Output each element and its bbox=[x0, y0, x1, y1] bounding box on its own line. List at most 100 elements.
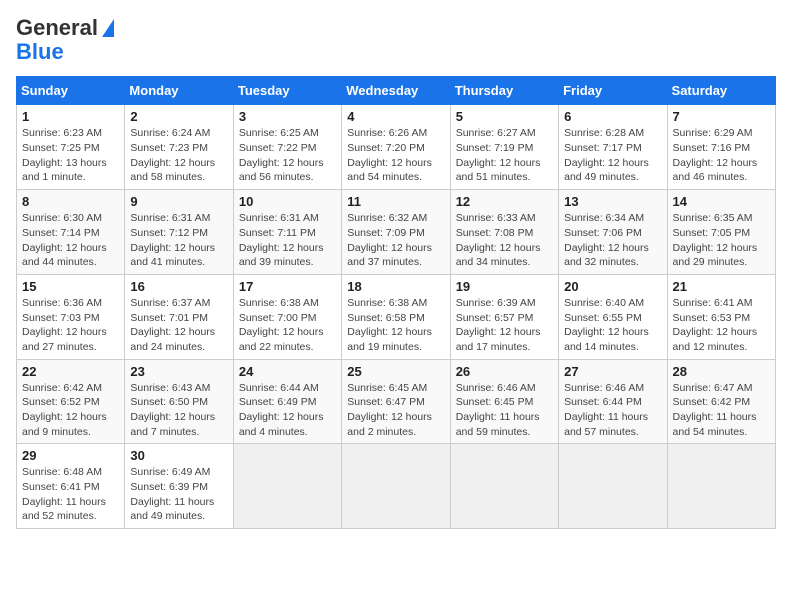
weekday-header-saturday: Saturday bbox=[667, 77, 775, 105]
day-number: 24 bbox=[239, 364, 336, 379]
day-number: 16 bbox=[130, 279, 227, 294]
day-number: 15 bbox=[22, 279, 119, 294]
calendar-cell: 22 Sunrise: 6:42 AM Sunset: 6:52 PM Dayli… bbox=[17, 359, 125, 444]
calendar-cell: 19 Sunrise: 6:39 AM Sunset: 6:57 PM Dayli… bbox=[450, 274, 558, 359]
day-info: Sunrise: 6:33 AM Sunset: 7:08 PM Dayligh… bbox=[456, 211, 553, 270]
calendar-cell: 3Sunrise: 6:25 AM Sunset: 7:22 PM Daylig… bbox=[233, 105, 341, 190]
day-info: Sunrise: 6:48 AM Sunset: 6:41 PM Dayligh… bbox=[22, 465, 119, 524]
calendar-week-row: 22 Sunrise: 6:42 AM Sunset: 6:52 PM Dayli… bbox=[17, 359, 776, 444]
day-info: Sunrise: 6:34 AM Sunset: 7:06 PM Dayligh… bbox=[564, 211, 661, 270]
calendar-cell: 13 Sunrise: 6:34 AM Sunset: 7:06 PM Dayli… bbox=[559, 190, 667, 275]
day-number: 8 bbox=[22, 194, 119, 209]
weekday-header-monday: Monday bbox=[125, 77, 233, 105]
calendar-cell: 28 Sunrise: 6:47 AM Sunset: 6:42 PM Dayli… bbox=[667, 359, 775, 444]
calendar-cell: 20 Sunrise: 6:40 AM Sunset: 6:55 PM Dayli… bbox=[559, 274, 667, 359]
calendar-table: SundayMondayTuesdayWednesdayThursdayFrid… bbox=[16, 76, 776, 529]
calendar-cell: 16 Sunrise: 6:37 AM Sunset: 7:01 PM Dayli… bbox=[125, 274, 233, 359]
day-number: 11 bbox=[347, 194, 444, 209]
day-number: 18 bbox=[347, 279, 444, 294]
day-info: Sunrise: 6:23 AM Sunset: 7:25 PM Dayligh… bbox=[22, 126, 119, 185]
calendar-cell: 2Sunrise: 6:24 AM Sunset: 7:23 PM Daylig… bbox=[125, 105, 233, 190]
day-info: Sunrise: 6:46 AM Sunset: 6:44 PM Dayligh… bbox=[564, 381, 661, 440]
day-number: 25 bbox=[347, 364, 444, 379]
weekday-header-friday: Friday bbox=[559, 77, 667, 105]
calendar-cell: 4Sunrise: 6:26 AM Sunset: 7:20 PM Daylig… bbox=[342, 105, 450, 190]
day-number: 20 bbox=[564, 279, 661, 294]
day-info: Sunrise: 6:45 AM Sunset: 6:47 PM Dayligh… bbox=[347, 381, 444, 440]
calendar-cell bbox=[667, 444, 775, 529]
weekday-header-tuesday: Tuesday bbox=[233, 77, 341, 105]
day-info: Sunrise: 6:27 AM Sunset: 7:19 PM Dayligh… bbox=[456, 126, 553, 185]
day-info: Sunrise: 6:37 AM Sunset: 7:01 PM Dayligh… bbox=[130, 296, 227, 355]
calendar-cell: 14Sunrise: 6:35 AM Sunset: 7:05 PM Dayli… bbox=[667, 190, 775, 275]
day-number: 7 bbox=[673, 109, 770, 124]
calendar-week-row: 1 Sunrise: 6:23 AM Sunset: 7:25 PM Daylig… bbox=[17, 105, 776, 190]
weekday-header-wednesday: Wednesday bbox=[342, 77, 450, 105]
weekday-header-thursday: Thursday bbox=[450, 77, 558, 105]
calendar-cell: 11 Sunrise: 6:32 AM Sunset: 7:09 PM Dayli… bbox=[342, 190, 450, 275]
calendar-week-row: 15 Sunrise: 6:36 AM Sunset: 7:03 PM Dayli… bbox=[17, 274, 776, 359]
calendar-cell: 30 Sunrise: 6:49 AM Sunset: 6:39 PM Dayli… bbox=[125, 444, 233, 529]
day-info: Sunrise: 6:44 AM Sunset: 6:49 PM Dayligh… bbox=[239, 381, 336, 440]
day-info: Sunrise: 6:42 AM Sunset: 6:52 PM Dayligh… bbox=[22, 381, 119, 440]
day-info: Sunrise: 6:38 AM Sunset: 7:00 PM Dayligh… bbox=[239, 296, 336, 355]
calendar-cell: 1 Sunrise: 6:23 AM Sunset: 7:25 PM Daylig… bbox=[17, 105, 125, 190]
day-info: Sunrise: 6:40 AM Sunset: 6:55 PM Dayligh… bbox=[564, 296, 661, 355]
calendar-cell: 23 Sunrise: 6:43 AM Sunset: 6:50 PM Dayli… bbox=[125, 359, 233, 444]
day-number: 4 bbox=[347, 109, 444, 124]
day-number: 14 bbox=[673, 194, 770, 209]
calendar-cell: 12 Sunrise: 6:33 AM Sunset: 7:08 PM Dayli… bbox=[450, 190, 558, 275]
calendar-cell: 24 Sunrise: 6:44 AM Sunset: 6:49 PM Dayli… bbox=[233, 359, 341, 444]
day-number: 2 bbox=[130, 109, 227, 124]
day-number: 29 bbox=[22, 448, 119, 463]
day-number: 19 bbox=[456, 279, 553, 294]
calendar-cell: 7 Sunrise: 6:29 AM Sunset: 7:16 PM Daylig… bbox=[667, 105, 775, 190]
calendar-cell bbox=[559, 444, 667, 529]
calendar-cell: 5 Sunrise: 6:27 AM Sunset: 7:19 PM Daylig… bbox=[450, 105, 558, 190]
day-number: 28 bbox=[673, 364, 770, 379]
calendar-cell: 25 Sunrise: 6:45 AM Sunset: 6:47 PM Dayli… bbox=[342, 359, 450, 444]
day-info: Sunrise: 6:32 AM Sunset: 7:09 PM Dayligh… bbox=[347, 211, 444, 270]
day-number: 13 bbox=[564, 194, 661, 209]
calendar-cell: 8 Sunrise: 6:30 AM Sunset: 7:14 PM Daylig… bbox=[17, 190, 125, 275]
calendar-week-row: 8 Sunrise: 6:30 AM Sunset: 7:14 PM Daylig… bbox=[17, 190, 776, 275]
calendar-cell: 17Sunrise: 6:38 AM Sunset: 7:00 PM Dayli… bbox=[233, 274, 341, 359]
day-number: 21 bbox=[673, 279, 770, 294]
day-info: Sunrise: 6:31 AM Sunset: 7:12 PM Dayligh… bbox=[130, 211, 227, 270]
day-number: 30 bbox=[130, 448, 227, 463]
day-info: Sunrise: 6:36 AM Sunset: 7:03 PM Dayligh… bbox=[22, 296, 119, 355]
day-number: 1 bbox=[22, 109, 119, 124]
day-info: Sunrise: 6:47 AM Sunset: 6:42 PM Dayligh… bbox=[673, 381, 770, 440]
calendar-cell bbox=[450, 444, 558, 529]
calendar-header-row: SundayMondayTuesdayWednesdayThursdayFrid… bbox=[17, 77, 776, 105]
day-info: Sunrise: 6:49 AM Sunset: 6:39 PM Dayligh… bbox=[130, 465, 227, 524]
calendar-cell: 15 Sunrise: 6:36 AM Sunset: 7:03 PM Dayli… bbox=[17, 274, 125, 359]
calendar-cell: 6 Sunrise: 6:28 AM Sunset: 7:17 PM Daylig… bbox=[559, 105, 667, 190]
day-number: 12 bbox=[456, 194, 553, 209]
calendar-cell: 27 Sunrise: 6:46 AM Sunset: 6:44 PM Dayli… bbox=[559, 359, 667, 444]
day-info: Sunrise: 6:29 AM Sunset: 7:16 PM Dayligh… bbox=[673, 126, 770, 185]
day-number: 22 bbox=[22, 364, 119, 379]
calendar-cell bbox=[342, 444, 450, 529]
day-number: 10 bbox=[239, 194, 336, 209]
calendar-cell: 9Sunrise: 6:31 AM Sunset: 7:12 PM Daylig… bbox=[125, 190, 233, 275]
day-info: Sunrise: 6:43 AM Sunset: 6:50 PM Dayligh… bbox=[130, 381, 227, 440]
calendar-cell: 26Sunrise: 6:46 AM Sunset: 6:45 PM Dayli… bbox=[450, 359, 558, 444]
day-number: 6 bbox=[564, 109, 661, 124]
day-info: Sunrise: 6:28 AM Sunset: 7:17 PM Dayligh… bbox=[564, 126, 661, 185]
calendar-cell bbox=[233, 444, 341, 529]
day-info: Sunrise: 6:39 AM Sunset: 6:57 PM Dayligh… bbox=[456, 296, 553, 355]
logo-text-general: General bbox=[16, 16, 98, 40]
day-info: Sunrise: 6:30 AM Sunset: 7:14 PM Dayligh… bbox=[22, 211, 119, 270]
day-number: 27 bbox=[564, 364, 661, 379]
day-number: 23 bbox=[130, 364, 227, 379]
logo-arrow-icon bbox=[102, 19, 114, 37]
calendar-cell: 10Sunrise: 6:31 AM Sunset: 7:11 PM Dayli… bbox=[233, 190, 341, 275]
calendar-cell: 21Sunrise: 6:41 AM Sunset: 6:53 PM Dayli… bbox=[667, 274, 775, 359]
day-number: 26 bbox=[456, 364, 553, 379]
calendar-cell: 18 Sunrise: 6:38 AM Sunset: 6:58 PM Dayli… bbox=[342, 274, 450, 359]
day-number: 5 bbox=[456, 109, 553, 124]
calendar-cell: 29 Sunrise: 6:48 AM Sunset: 6:41 PM Dayli… bbox=[17, 444, 125, 529]
day-info: Sunrise: 6:38 AM Sunset: 6:58 PM Dayligh… bbox=[347, 296, 444, 355]
page-header: General Blue bbox=[16, 16, 776, 64]
